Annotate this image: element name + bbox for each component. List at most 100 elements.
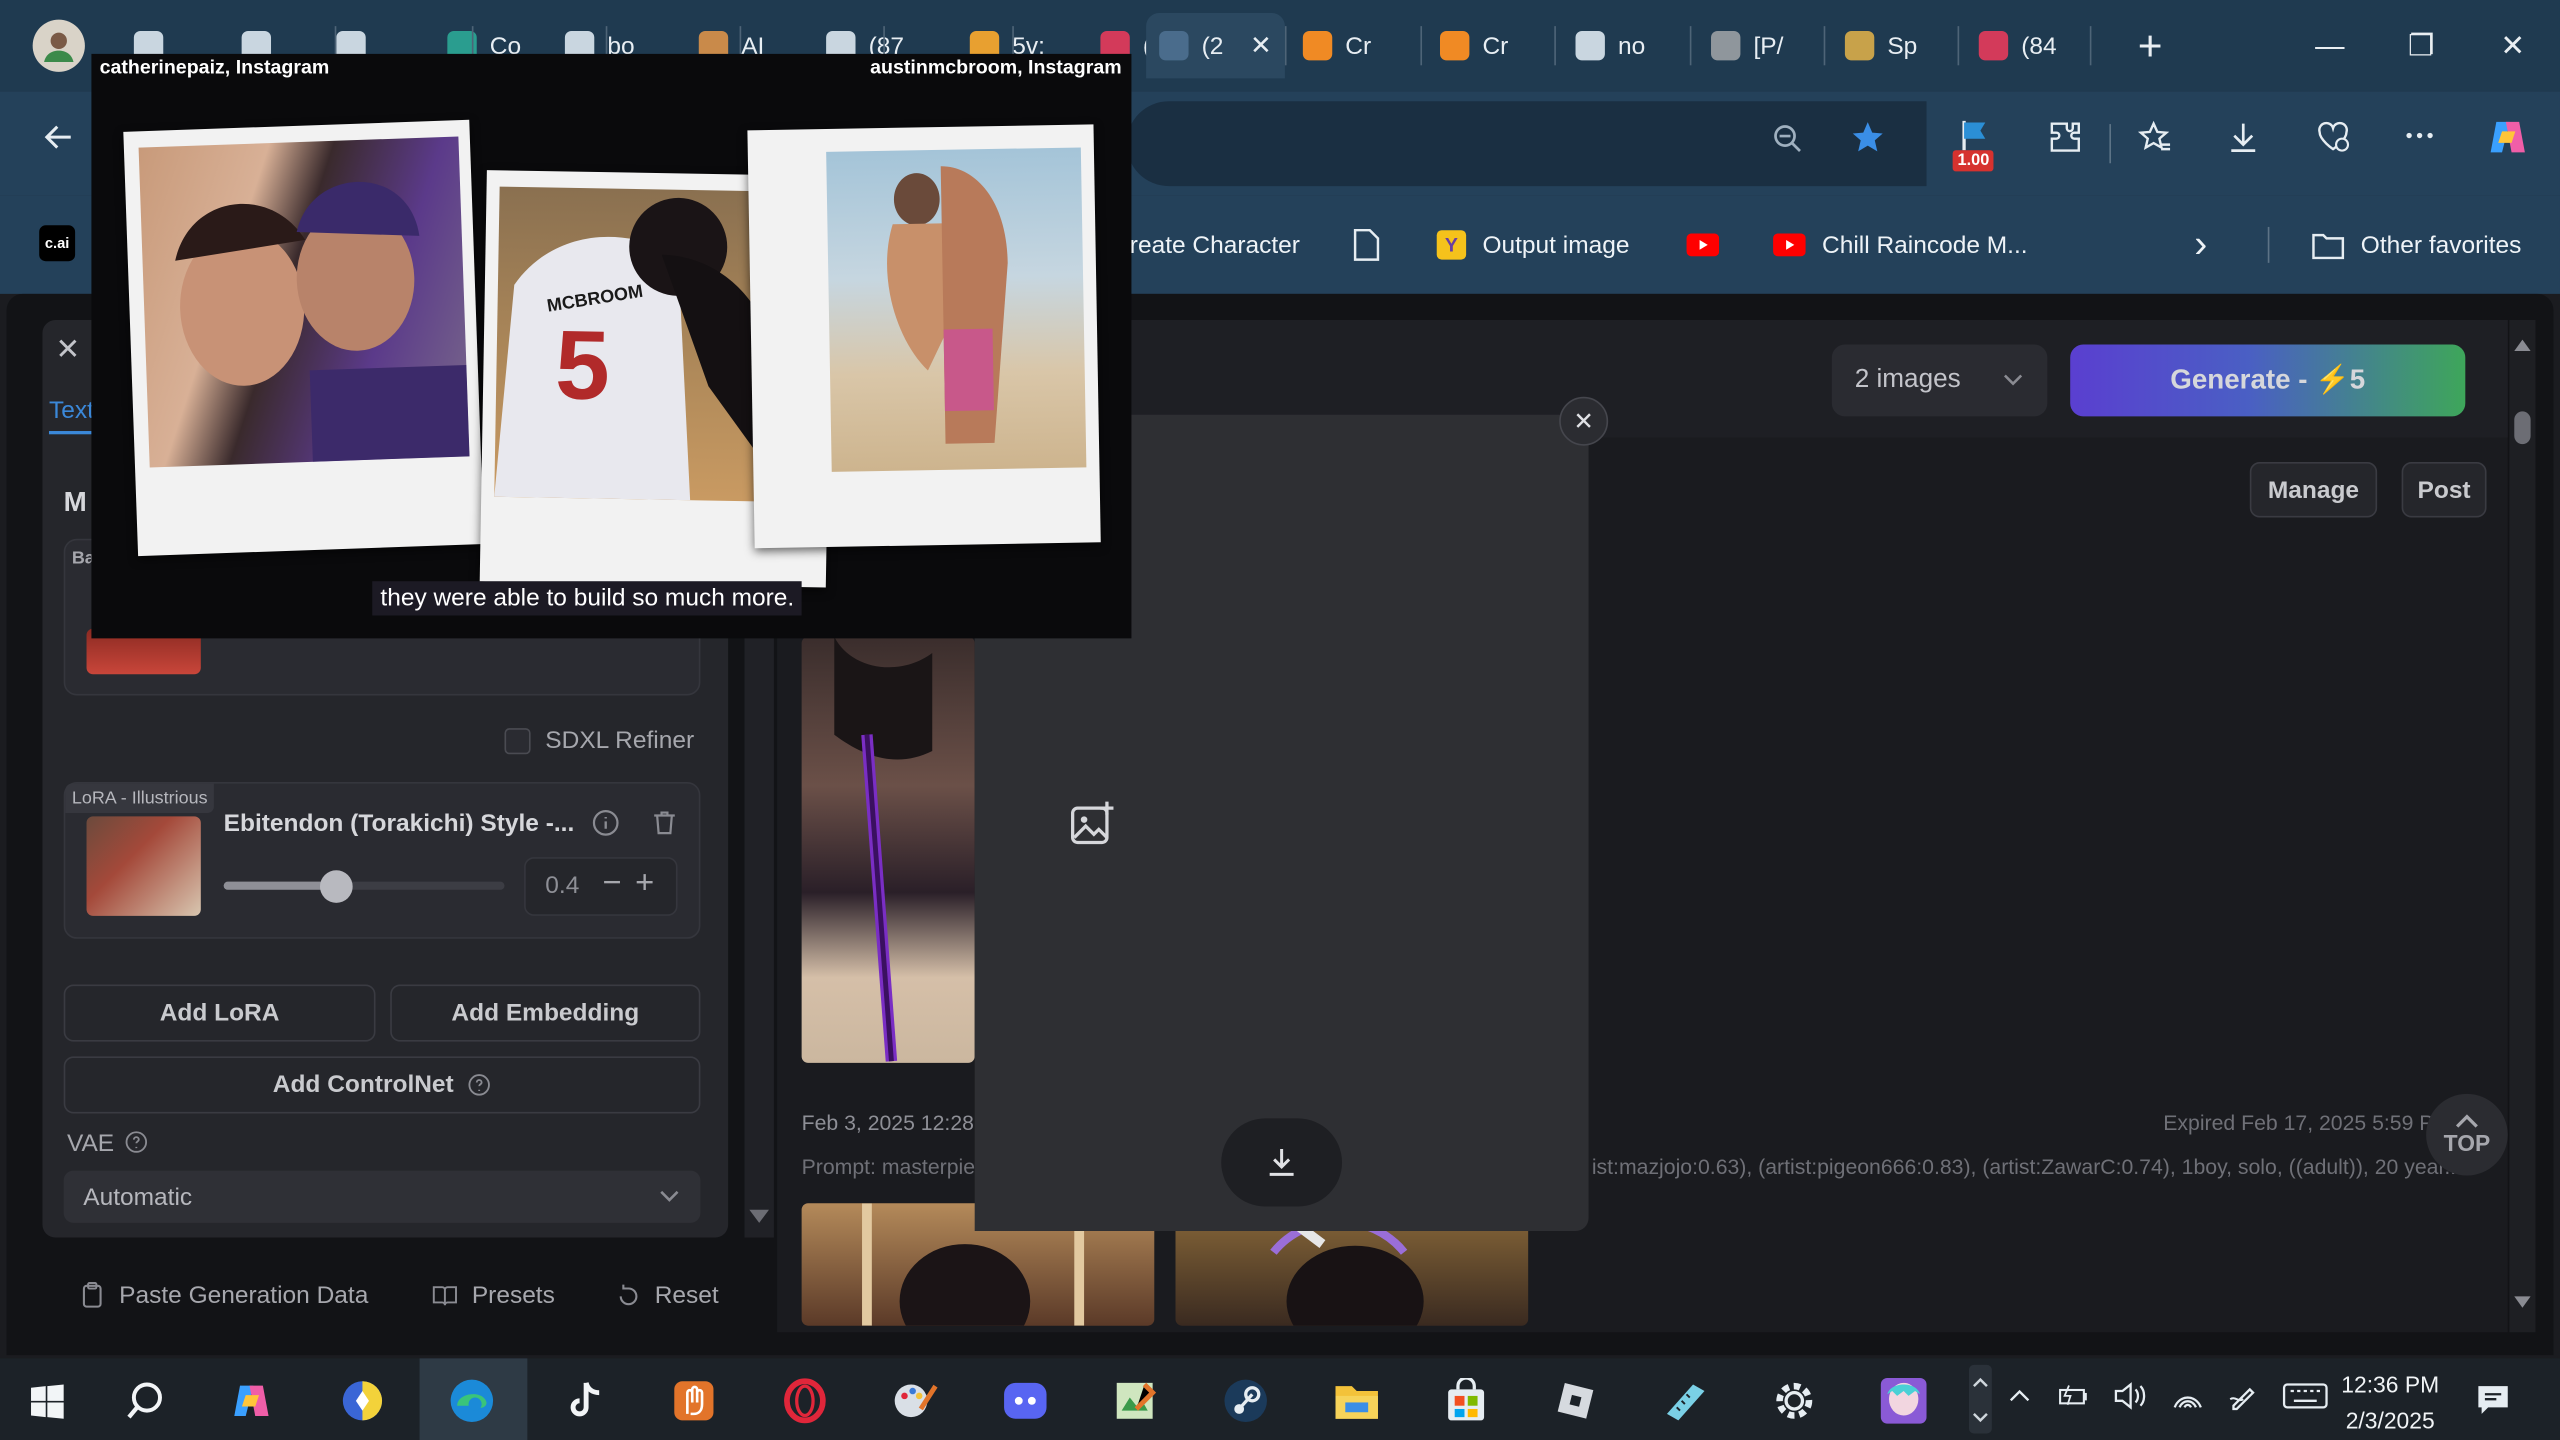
tab-text[interactable]: Text xyxy=(49,397,94,425)
panel-close-button[interactable]: ✕ xyxy=(56,333,81,367)
browser-tab[interactable]: Cr xyxy=(1290,13,1421,78)
vae-help-button[interactable] xyxy=(124,1130,148,1163)
discord-icon xyxy=(1004,1382,1047,1419)
add-controlnet-button[interactable]: Add ControlNet xyxy=(63,1056,701,1114)
browser-tab[interactable]: Cr xyxy=(1427,13,1558,78)
close-window-button[interactable]: ✕ xyxy=(2480,20,2545,72)
paste-generation-data-button[interactable]: Paste Generation Data xyxy=(78,1282,368,1309)
generated-image[interactable] xyxy=(801,636,975,1063)
taskbar-app-sketch[interactable] xyxy=(1102,1368,1167,1433)
taskbar-app-windows[interactable] xyxy=(15,1368,80,1433)
scroll-down-arrow[interactable] xyxy=(2514,1296,2531,1308)
taskbar-app-edge[interactable] xyxy=(439,1368,504,1433)
zoom-out-button[interactable] xyxy=(1758,114,1817,173)
generate-button[interactable]: Generate - ⚡5 xyxy=(2070,344,2466,417)
favorite-chill-raincode[interactable]: Chill Raincode M... xyxy=(1773,222,2028,268)
copilot-button[interactable] xyxy=(2478,114,2537,173)
taskbar-app-discord[interactable] xyxy=(993,1368,1058,1433)
scroll-up-arrow[interactable] xyxy=(2514,339,2531,352)
minimize-button[interactable]: — xyxy=(2297,20,2362,72)
photo-right xyxy=(747,124,1101,549)
show-hidden-icons-icon[interactable] xyxy=(2005,1381,2034,1410)
page-scrollbar[interactable] xyxy=(2509,319,2536,1333)
sdxl-refiner-checkbox[interactable] xyxy=(504,728,531,755)
picture-in-picture-video[interactable]: catherinepaiz, Instagram austinmcbroom, … xyxy=(91,53,1132,639)
taskbar-app-pinwheel[interactable] xyxy=(330,1368,395,1433)
manage-button[interactable]: Manage xyxy=(2249,462,2378,518)
taskbar-app-settings[interactable] xyxy=(1762,1368,1827,1433)
taskbar-app-avatar[interactable] xyxy=(1871,1368,1936,1433)
taskbar-app-store[interactable] xyxy=(1433,1368,1498,1433)
favorite-page[interactable] xyxy=(1352,222,1381,268)
clock[interactable]: 12:36 PM 2/3/2025 xyxy=(2315,1367,2465,1439)
more-button[interactable] xyxy=(2390,114,2449,173)
left-panel-scrollbar[interactable] xyxy=(744,620,774,1238)
tray-expand-button[interactable] xyxy=(1968,1364,1992,1434)
lora-strength-slider[interactable] xyxy=(223,870,505,903)
taskbar-app-search[interactable] xyxy=(113,1368,178,1433)
button-label: Manage xyxy=(2267,475,2360,504)
taskbar-app-tiktok[interactable] xyxy=(552,1368,617,1433)
tab-close-icon[interactable]: ✕ xyxy=(1250,29,1272,62)
tab-separator xyxy=(1823,26,1826,66)
modal-download-button[interactable] xyxy=(1221,1118,1343,1207)
lora-strength-value[interactable]: 0.4 xyxy=(545,872,579,900)
taskbar-app-copilot[interactable] xyxy=(219,1368,284,1433)
favorite-star-button[interactable] xyxy=(1838,114,1897,173)
notifications-button[interactable] xyxy=(2475,1381,2511,1425)
favorite-youtube[interactable] xyxy=(1686,222,1720,268)
favorite-output-image[interactable]: Y Output image xyxy=(1436,222,1629,268)
battery-icon[interactable] xyxy=(2057,1381,2090,1410)
vae-select[interactable]: Automatic xyxy=(63,1170,701,1223)
back-button[interactable] xyxy=(29,114,88,173)
scrollbar-thumb[interactable] xyxy=(2514,411,2531,445)
post-button[interactable]: Post xyxy=(2401,462,2487,518)
volume-icon[interactable] xyxy=(2113,1381,2149,1410)
lora-info-button[interactable] xyxy=(591,808,620,846)
favorite-create-character[interactable]: reate Character xyxy=(1130,222,1300,268)
pen-icon[interactable] xyxy=(2227,1380,2260,1413)
add-lora-button[interactable]: Add LoRA xyxy=(63,984,376,1042)
restore-button[interactable]: ❐ xyxy=(2389,20,2454,72)
other-favorites[interactable]: Other favorites xyxy=(2312,222,2521,268)
extensions-button[interactable] xyxy=(2036,114,2095,173)
image-count-select[interactable]: 2 images xyxy=(1831,344,2048,417)
modal-close-button[interactable]: ✕ xyxy=(1559,396,1609,446)
downloads-button[interactable] xyxy=(2214,114,2273,173)
favorites-overflow-button[interactable]: › xyxy=(2194,222,2207,268)
add-image-button[interactable] xyxy=(1068,798,1117,855)
notification-icon xyxy=(2478,1386,2508,1414)
lora-decrease-button[interactable]: − xyxy=(602,865,621,903)
taskbar-app-hand[interactable] xyxy=(661,1368,726,1433)
slider-thumb[interactable] xyxy=(319,870,353,903)
tab-separator xyxy=(1284,26,1287,66)
add-embedding-button[interactable]: Add Embedding xyxy=(390,984,701,1042)
browser-tab[interactable]: (84 xyxy=(1966,13,2100,78)
browser-essentials-button[interactable] xyxy=(2304,114,2363,173)
avatar-icon xyxy=(1880,1377,1927,1424)
back-to-top-button[interactable]: TOP xyxy=(2426,1093,2508,1176)
reset-button[interactable]: Reset xyxy=(616,1281,719,1310)
taskbar-app-ruler[interactable] xyxy=(1652,1368,1717,1433)
browser-tab[interactable]: Sp xyxy=(1832,13,1963,78)
tab-favicon-icon xyxy=(1978,31,2009,61)
taskbar-app-paint[interactable] xyxy=(883,1368,948,1433)
button-label: Reset xyxy=(654,1281,719,1310)
profile-avatar[interactable] xyxy=(32,19,85,72)
taskbar-app-roblox[interactable] xyxy=(1543,1368,1608,1433)
lora-delete-button[interactable] xyxy=(650,808,679,846)
presets-button[interactable]: Presets xyxy=(431,1282,555,1309)
scroll-down-arrow[interactable] xyxy=(749,1209,769,1223)
artwork-figure xyxy=(834,636,933,1062)
wifi-icon[interactable] xyxy=(2171,1381,2204,1410)
taskbar-app-explorer[interactable] xyxy=(1324,1368,1389,1433)
taskbar-app-steam[interactable] xyxy=(1213,1368,1278,1433)
taskbar-app-opera[interactable] xyxy=(772,1368,837,1433)
lora-increase-button[interactable]: + xyxy=(635,865,654,903)
favorites-button[interactable] xyxy=(2126,114,2185,173)
browser-tab[interactable]: (2 ✕ xyxy=(1146,13,1285,79)
favorite-cai[interactable]: c.ai xyxy=(39,225,76,262)
new-tab-button[interactable]: + xyxy=(2118,20,2183,72)
browser-tab[interactable]: no xyxy=(1562,13,1693,78)
browser-tab[interactable]: [P/ xyxy=(1698,13,1829,78)
